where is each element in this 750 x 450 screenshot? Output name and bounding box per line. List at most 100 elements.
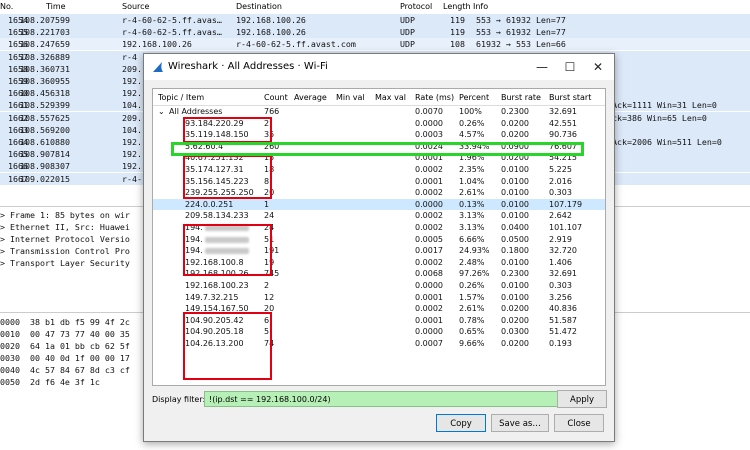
col-length[interactable]: Length: [443, 2, 471, 11]
packet-row[interactable]: 1655 108.221703 r-4-60-62-5.ff.avas… 192.16…: [0, 26, 750, 39]
cell-percent: 2.35%: [459, 165, 485, 174]
maximize-icon[interactable]: ☐: [556, 58, 584, 76]
root-burst-start: 32.691: [549, 107, 577, 116]
packet-cell-src: 192.168.100.26: [122, 39, 192, 50]
display-filter-input[interactable]: !(ip.dst == 192.168.100.0/24): [204, 391, 594, 407]
col-percent[interactable]: Percent: [459, 93, 489, 102]
cell-rate: 0.0000: [415, 199, 443, 209]
cell-burst-start: 40.836: [549, 304, 577, 314]
packet-list-header: No. Time Source Destination Protocol Len…: [0, 0, 750, 15]
cell-count: 2: [264, 281, 270, 290]
packet-cell-proto: UDP: [400, 27, 415, 38]
cell-percent: 1.04%: [459, 176, 485, 186]
cell-rate: 0.0002: [415, 257, 443, 267]
packet-cell-time: 108.456318: [20, 88, 70, 99]
col-average[interactable]: Average: [294, 93, 327, 102]
packet-cell-time: 108.557625: [20, 112, 70, 123]
packet-cell-info: 553 → 61932 Len=77: [476, 27, 566, 38]
apply-button[interactable]: Apply: [557, 390, 607, 408]
detail-tree-item[interactable]: > Frame 1: 85 bytes on wir: [0, 209, 130, 221]
cell-rate: 0.0002: [415, 165, 443, 174]
dialog-titlebar[interactable]: Wireshark · All Addresses · Wi-Fi — ☐ ✕: [144, 54, 614, 80]
detail-tree-item[interactable]: > Transport Layer Security: [0, 257, 130, 269]
cell-burst-rate: 0.0100: [501, 176, 529, 186]
packet-cell-time: 108.908307: [20, 161, 70, 172]
close-button[interactable]: Close: [554, 414, 604, 432]
cell-burst-start: 32.691: [549, 269, 577, 279]
packet-cell-src: 192.: [122, 88, 142, 99]
col-rate[interactable]: Rate (ms): [415, 93, 454, 102]
cell-rate: 0.0002: [415, 188, 443, 198]
packet-cell-src: r-4-: [122, 173, 142, 184]
packet-cell-src: 104.: [122, 100, 142, 111]
col-info[interactable]: Info: [473, 2, 488, 11]
packet-cell-len: 119: [450, 27, 465, 38]
cell-percent: 0.13%: [459, 199, 485, 209]
cell-burst-start: 42.551: [549, 118, 577, 128]
minimize-icon[interactable]: —: [528, 58, 556, 76]
table-row[interactable]: 149.7.32.215 12 0.0001 1.57% 0.0100 3.256: [153, 292, 605, 304]
detail-tree-item[interactable]: > Transmission Control Pro: [0, 245, 130, 257]
cell-burst-rate: 0.0100: [501, 292, 529, 302]
cell-rate: 0.0002: [415, 304, 443, 314]
cell-count: 24: [264, 211, 275, 221]
dialog-title: Wireshark · All Addresses · Wi-Fi: [168, 61, 328, 72]
packet-cell-src: r-4-60-62-5.ff.avas…: [122, 27, 222, 38]
col-burst-rate[interactable]: Burst rate: [501, 93, 541, 102]
packet-cell-time: 108.360955: [20, 76, 70, 86]
col-topic[interactable]: Topic / Item: [158, 93, 204, 102]
cell-burst-rate: 0.0200: [501, 118, 529, 128]
cell-rate: 0.0005: [415, 234, 443, 244]
copy-button[interactable]: Copy: [436, 414, 486, 432]
table-row[interactable]: 209.58.134.233 24 0.0002 3.13% 0.0100 2.642: [153, 210, 605, 222]
cell-rate: 0.0068: [415, 269, 443, 279]
cell-burst-rate: 0.0100: [501, 211, 529, 221]
cell-burst-start: 5.225: [549, 165, 572, 174]
packet-cell-time: 108.326889: [20, 51, 70, 62]
cell-percent: 97.26%: [459, 269, 490, 279]
root-rate: 0.0070: [415, 107, 443, 116]
packet-cell-len: 119: [450, 15, 465, 25]
packet-cell-time: 108.221703: [20, 27, 70, 38]
cell-burst-rate: 0.0100: [501, 199, 529, 209]
cell-burst-rate: 0.0100: [501, 188, 529, 198]
root-row-all-addresses[interactable]: ⌄ All Addresses 766 0.0070 100% 0.2300 3…: [153, 106, 605, 118]
annotation-box-green: [171, 142, 584, 156]
col-no[interactable]: No.: [0, 2, 13, 11]
cell-burst-start: 2.016: [549, 176, 572, 186]
col-protocol[interactable]: Protocol: [400, 2, 432, 11]
detail-tree-item[interactable]: > Ethernet II, Src: Huawei: [0, 221, 130, 233]
col-time[interactable]: Time: [46, 2, 66, 11]
col-min-val[interactable]: Min val: [336, 93, 365, 102]
cell-percent: 0.65%: [459, 327, 485, 337]
packet-cell-extra: Ack=2006 Win=511 Len=0: [612, 137, 722, 147]
root-percent: 100%: [459, 107, 482, 116]
packet-cell-src: 192.: [122, 161, 142, 172]
cell-rate: 0.0007: [415, 339, 443, 348]
cell-burst-start: 51.587: [549, 315, 577, 325]
cell-percent: 0.78%: [459, 315, 485, 325]
col-max-val[interactable]: Max val: [375, 93, 406, 102]
packet-row[interactable]: 1654 108.207599 r-4-60-62-5.ff.avas… 192.16…: [0, 14, 750, 26]
cell-burst-rate: 0.1800: [501, 246, 529, 256]
cell-burst-rate: 0.0200: [501, 339, 529, 348]
packet-row[interactable]: 1656 108.247659 192.168.100.26 r-4-60-62-5.…: [0, 38, 750, 51]
cell-percent: 4.57%: [459, 130, 485, 140]
packet-cell-src: 192.: [122, 149, 142, 160]
cell-burst-rate: 0.0100: [501, 281, 529, 290]
col-burst-start[interactable]: Burst start: [549, 93, 591, 102]
detail-tree-item[interactable]: > Internet Protocol Versio: [0, 233, 130, 245]
col-count[interactable]: Count: [264, 93, 288, 102]
close-icon[interactable]: ✕: [584, 58, 612, 76]
cell-percent: 2.48%: [459, 257, 485, 267]
col-destination[interactable]: Destination: [236, 2, 282, 11]
packet-cell-time: 108.610880: [20, 137, 70, 147]
col-source[interactable]: Source: [122, 2, 149, 11]
table-row[interactable]: 192.168.100.23 2 0.0000 0.26% 0.0100 0.303: [153, 280, 605, 292]
save-as-button[interactable]: Save as…: [491, 414, 549, 432]
cell-topic: 149.7.32.215: [185, 292, 239, 302]
chevron-down-icon[interactable]: ⌄: [158, 106, 165, 118]
cell-burst-start: 90.736: [549, 130, 577, 140]
table-row[interactable]: 224.0.0.251 1 0.0000 0.13% 0.0100 107.179: [153, 198, 605, 211]
cell-burst-start: 3.256: [549, 292, 572, 302]
